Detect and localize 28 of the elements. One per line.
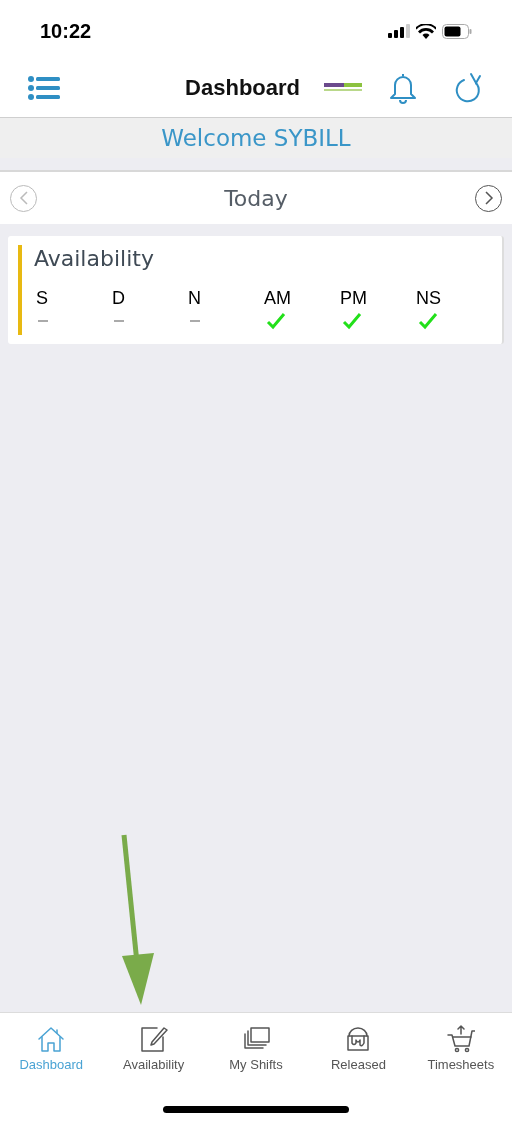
- chevron-left-icon: [18, 191, 29, 205]
- shift-label: PM: [339, 287, 367, 309]
- bell-icon: [388, 71, 418, 104]
- pencil-square-icon: [139, 1025, 168, 1053]
- signal-icon: [388, 24, 410, 38]
- home-icon: [37, 1025, 66, 1053]
- card-title: Availability: [34, 245, 155, 273]
- tab-button[interactable]: Availability: [102, 1025, 205, 1075]
- notifications-button[interactable]: [388, 71, 418, 104]
- shift-label: S: [35, 287, 48, 309]
- tab-button[interactable]: Released: [307, 1025, 410, 1075]
- menu-button[interactable]: [28, 74, 60, 101]
- cart-icon: [446, 1025, 475, 1053]
- tab-button[interactable]: Timesheets: [409, 1025, 512, 1075]
- welcome-text: Welcome SYBILL: [161, 123, 351, 153]
- chevron-right-icon: [483, 191, 494, 205]
- shift-label: AM: [263, 287, 291, 309]
- battery-icon: [442, 23, 472, 39]
- status-time: 10:22: [40, 19, 92, 44]
- shift-label: D: [111, 287, 125, 309]
- date-label: Today: [223, 184, 289, 213]
- shift-label: N: [187, 287, 201, 309]
- company-logo: [324, 81, 364, 94]
- page-title: Dashboard: [185, 74, 300, 102]
- wifi-icon: [416, 23, 436, 39]
- list-menu-icon: [28, 75, 60, 100]
- shift-label: NS: [415, 287, 441, 309]
- tab-button[interactable]: My Shifts: [204, 1025, 308, 1075]
